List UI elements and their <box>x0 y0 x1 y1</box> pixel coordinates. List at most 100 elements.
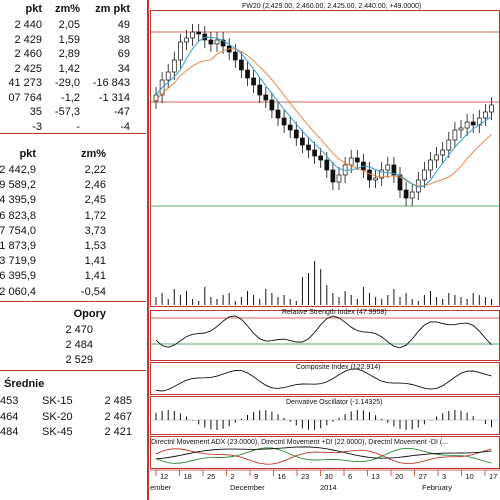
average-value: 2 485 <box>104 395 132 407</box>
candle-body <box>245 69 250 79</box>
index-zm-pct: 1,72 <box>84 209 106 222</box>
quote-pkt: -3 <box>32 120 42 133</box>
candle-body <box>208 39 214 45</box>
candle-body <box>428 159 433 171</box>
col-header-zm-pct: zm% <box>80 148 106 160</box>
candle-body <box>165 71 171 81</box>
date-tick-label: 30 <box>325 472 333 481</box>
average-left-value: 453 <box>0 395 19 407</box>
candle-body <box>232 51 238 61</box>
quote-row: 35 -57,3 -47 <box>0 105 146 119</box>
candle-body <box>373 177 378 181</box>
quote-pkt: 41 273 <box>8 77 42 89</box>
quote-row: 41 273 -29,0 -16 843 <box>0 76 146 90</box>
index-row: 9 589,2 2,46 <box>0 178 146 192</box>
index-pkt: 9 589,2 <box>0 179 36 192</box>
index-pkt: 2 060,4 <box>0 285 36 298</box>
candle-body <box>367 169 372 181</box>
date-tick-label: 16 <box>278 472 286 481</box>
resistance-value: 2 470 <box>65 324 93 336</box>
col-header-pkt: pkt <box>19 148 37 160</box>
index-pkt: 16 395,9 <box>0 270 36 283</box>
candle-body <box>409 191 415 199</box>
candle-body <box>330 169 336 183</box>
rsi-line <box>155 315 492 349</box>
candle-body <box>293 129 299 139</box>
quote-zm-pct: -57,3 <box>54 106 80 118</box>
average-value: 2 467 <box>104 410 132 423</box>
volume-bars <box>155 261 492 305</box>
date-tick-label: 18 <box>184 472 192 481</box>
candle-body <box>489 104 494 113</box>
quote-pkt: 2 460 <box>14 48 42 60</box>
average-left-value: 464 <box>0 410 19 423</box>
candle-body <box>281 117 287 126</box>
candle-body <box>269 99 275 111</box>
resistance-row: 2 529 <box>0 353 146 367</box>
date-tick-label: 2 <box>231 472 235 481</box>
average-name: SK-45 <box>42 426 73 438</box>
quotes-sidebar: pkt zm% zm pkt 2 440 2,05 49 2 429 1,59 38 2 4… <box>0 0 148 500</box>
quotes-header-row: pkt zm% zm pkt <box>0 2 146 16</box>
index-row: 16 395,9 1,41 <box>0 269 146 283</box>
divider <box>0 370 146 371</box>
quote-zm-pct: 2,05 <box>58 19 80 31</box>
resistance-value: 2 529 <box>65 354 93 366</box>
candlestick-series <box>153 24 494 206</box>
quote-zm-pct: -1,2 <box>61 91 80 104</box>
index-row: 4 395,9 2,45 <box>0 193 146 207</box>
quote-pkt: 07 764 <box>8 91 42 104</box>
index-row: 17 754,0 3,73 <box>0 224 146 238</box>
quote-zm-pct: -29,0 <box>54 77 80 89</box>
candle-body <box>184 37 189 43</box>
candle-body <box>318 155 324 161</box>
index-pkt: 2 442,9 <box>0 164 36 176</box>
quote-row: 2 440 2,05 49 <box>0 18 146 32</box>
date-tick-label: 23 <box>301 472 309 481</box>
quote-zm-pct: 1,59 <box>58 33 80 46</box>
candle-body <box>385 164 391 171</box>
candle-body <box>251 77 256 86</box>
index-pkt: 1 873,9 <box>0 240 36 252</box>
index-zm-pct: 1,41 <box>84 270 106 283</box>
candle-body <box>153 94 159 102</box>
resistance-value: 2 484 <box>65 339 93 351</box>
moving-average-short <box>155 36 492 188</box>
date-tick-label: 17 <box>489 472 497 481</box>
technical-chart[interactable]: FW20 (2,429.00, 2,460.00, 2,425.00, 2,44… <box>150 0 500 500</box>
candle-body <box>171 59 177 73</box>
candle-body <box>190 31 195 39</box>
quote-row: 2 460 2,89 69 <box>0 47 146 61</box>
candle-body <box>464 121 470 129</box>
composite-panel-title: Composite Index (122.914) <box>296 364 380 371</box>
quote-zm-pkt: 49 <box>117 19 130 31</box>
candle-body <box>403 189 409 199</box>
resistance-title-row: Opory <box>0 307 146 321</box>
date-tick-label: 3 <box>442 472 446 481</box>
average-value: 2 421 <box>104 426 132 438</box>
index-pkt: 4 395,9 <box>0 194 36 207</box>
index-zm-pct: 3,73 <box>84 224 106 237</box>
index-row: 6 823,8 1,72 <box>0 209 146 223</box>
candle-body <box>214 39 220 45</box>
col-header-zm-pkt: zm pkt <box>95 3 130 15</box>
candle-body <box>348 157 354 166</box>
quote-zm-pkt: 69 <box>117 48 130 60</box>
quote-zm-pkt: -47 <box>114 106 130 118</box>
index-zm-pct: 1,53 <box>84 240 106 252</box>
candle-body <box>239 59 244 71</box>
average-row: 453 SK-15 2 485 <box>0 394 146 408</box>
resistance-title: Opory <box>73 308 106 320</box>
candle-body <box>257 84 263 96</box>
date-axis: 12 18 25 2 9 16 23 30 6 13 20 27 3 10 17 ember December 2… <box>150 470 497 492</box>
quote-zm-pkt: 34 <box>117 62 130 75</box>
chart-canvas[interactable]: FW20 (2,429.00, 2,460.00, 2,425.00, 2,44… <box>150 0 500 500</box>
index-pkt: 6 823,8 <box>0 209 36 222</box>
average-left-value: 484 <box>0 426 19 438</box>
month-label: December <box>230 483 265 492</box>
candle-body <box>483 111 488 119</box>
panel-separator <box>147 0 149 500</box>
date-tick-label: 25 <box>207 472 215 481</box>
index-pkt: 3 719,9 <box>0 255 36 268</box>
candle-body <box>263 94 269 101</box>
